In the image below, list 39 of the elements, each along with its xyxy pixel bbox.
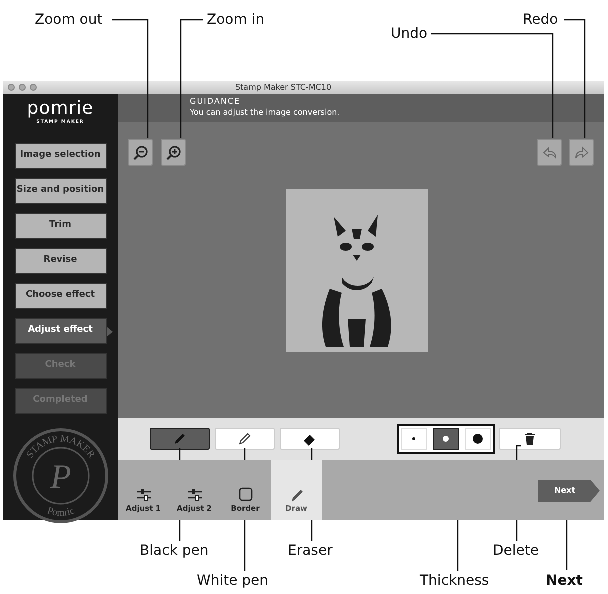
window-title: Stamp Maker STC-MC10 [235, 84, 333, 92]
outline-pen-button[interactable] [215, 428, 275, 450]
callout-label: Delete [493, 544, 539, 558]
pencil-outline-icon [237, 431, 253, 447]
zoom-in-button[interactable] [161, 139, 186, 166]
eraser-button[interactable] [280, 428, 340, 450]
callout-label: Black pen [140, 544, 209, 558]
guidance-title: GUIDANCE [190, 97, 242, 107]
magnifier-minus-icon [132, 144, 148, 160]
callout-label: Thickness [420, 574, 490, 588]
sliders-icon [186, 486, 204, 503]
pen-button[interactable] [150, 428, 210, 450]
pencil-icon [172, 431, 188, 447]
next-button[interactable]: Next [538, 480, 600, 502]
undo-icon [542, 144, 558, 160]
redo-icon [574, 144, 590, 160]
callout-label: Zoom out [35, 13, 103, 27]
dot-icon [472, 433, 484, 445]
guidance-text: You can adjust the image conversion. [190, 106, 341, 119]
magnifier-plus-icon [166, 144, 182, 160]
square-icon [236, 486, 254, 503]
callout-label: Eraser [288, 544, 333, 558]
step-button[interactable]: Choose effect [14, 282, 106, 309]
dot-icon [440, 433, 452, 445]
trash-icon [524, 432, 536, 446]
callout-label: Zoom in [207, 13, 265, 27]
callout-label: Next [546, 574, 583, 588]
step-button[interactable]: Trim [14, 212, 106, 239]
step-button[interactable]: Size and position [14, 178, 106, 204]
zoom-out-button[interactable] [128, 139, 153, 166]
thickness-option[interactable] [433, 428, 459, 450]
sliders-icon [134, 486, 152, 503]
logo-text: pomrie [27, 100, 94, 118]
delete-button[interactable] [499, 428, 561, 450]
callout-label: White pen [197, 574, 269, 588]
callout-label: Redo [523, 13, 558, 27]
step-button[interactable]: Image selection [14, 142, 106, 169]
step-button[interactable]: Revise [14, 248, 106, 274]
callout-label: Undo [391, 27, 428, 41]
